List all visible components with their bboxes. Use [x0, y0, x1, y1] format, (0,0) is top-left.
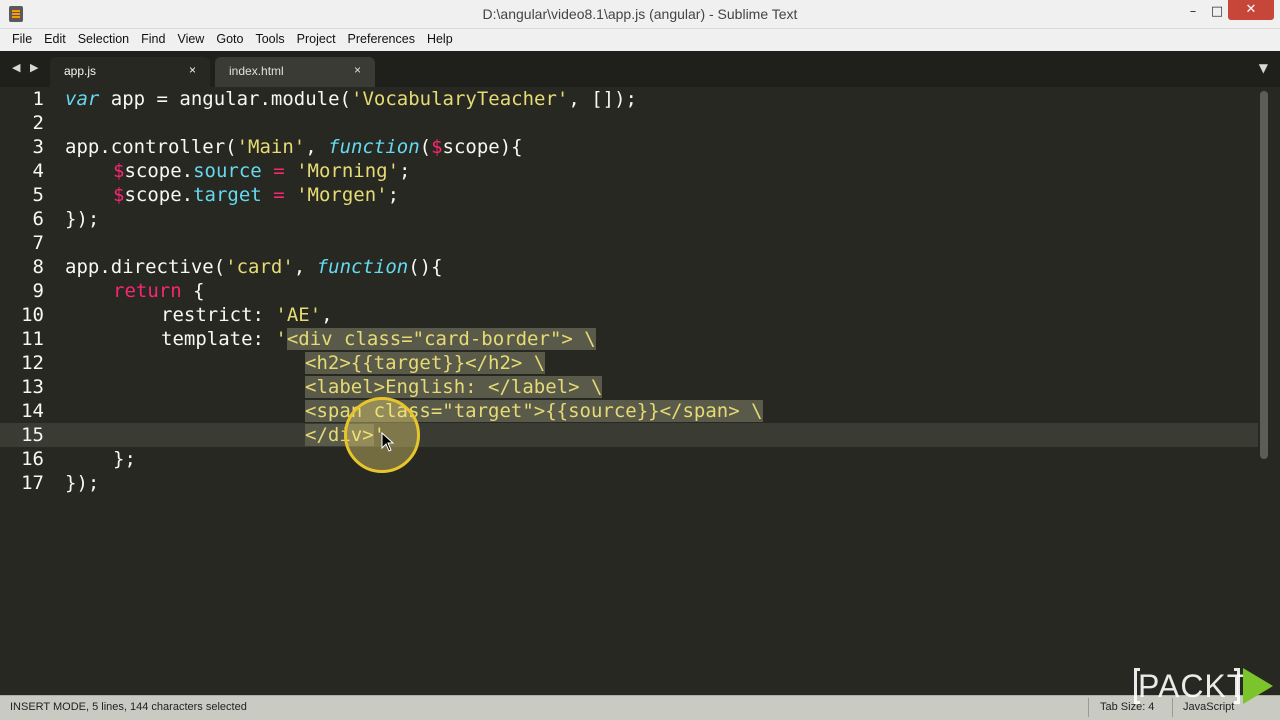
- menu-bar: File Edit Selection Find View Goto Tools…: [0, 29, 1280, 51]
- close-window-button[interactable]: ✕: [1228, 0, 1274, 20]
- line-number: 16: [21, 448, 44, 470]
- code-line-17: });: [65, 472, 100, 494]
- packt-logo-text: PACKT: [1138, 668, 1248, 704]
- menu-selection[interactable]: Selection: [72, 29, 135, 49]
- tab-nav-right-icon[interactable]: ▶: [30, 61, 38, 74]
- tab-label: index.html: [229, 64, 284, 78]
- code-line-3: app.controller('Main', function($scope){: [65, 136, 523, 158]
- menu-goto[interactable]: Goto: [210, 29, 249, 49]
- status-divider: [1088, 698, 1089, 717]
- line-number: 5: [32, 184, 44, 206]
- line-number: 1: [32, 88, 44, 110]
- line-number: 11: [21, 328, 44, 350]
- tab-index-html[interactable]: index.html ×: [215, 57, 375, 87]
- menu-project[interactable]: Project: [291, 29, 342, 49]
- line-number: 8: [32, 256, 44, 278]
- line-number: 4: [32, 160, 44, 182]
- code-line-6: });: [65, 208, 100, 230]
- code-line-16: };: [113, 448, 136, 470]
- line-number: 6: [32, 208, 44, 230]
- status-message: INSERT MODE, 5 lines, 144 characters sel…: [10, 701, 247, 713]
- line-number: 9: [32, 280, 44, 302]
- menu-find[interactable]: Find: [135, 29, 171, 49]
- selected-text: <label>English: </label> \: [305, 376, 603, 398]
- vertical-scrollbar[interactable]: [1258, 87, 1270, 695]
- code-line-11: template: '<div class="card-border"> \: [161, 328, 596, 350]
- menu-file[interactable]: File: [6, 29, 38, 49]
- line-number: 10: [21, 304, 44, 326]
- code-line-8: app.directive('card', function(){: [65, 256, 443, 278]
- code-line-5: $scope.target = 'Morgen';: [113, 184, 400, 206]
- code-line-4: $scope.source = 'Morning';: [113, 160, 411, 182]
- tab-bar: ◀ ▶ app.js × index.html × ▼: [0, 51, 1280, 87]
- line-number: 14: [21, 400, 44, 422]
- code-line-13: <label>English: </label> \: [65, 375, 603, 399]
- title-bar: D:\angular\video8.1\app.js (angular) - S…: [0, 0, 1280, 29]
- menu-preferences[interactable]: Preferences: [342, 29, 421, 49]
- code-line-12: <h2>{{target}}</h2> \: [65, 351, 546, 375]
- code-line-9: return {: [113, 280, 205, 302]
- line-number: 12: [21, 352, 44, 374]
- scrollbar-thumb[interactable]: [1260, 91, 1268, 459]
- tab-label: app.js: [64, 64, 97, 78]
- code-line-15: </div>': [305, 424, 386, 446]
- line-number: 7: [32, 232, 44, 254]
- line-number: 3: [32, 136, 44, 158]
- packt-bracket-right: [1234, 668, 1240, 704]
- tab-close-icon[interactable]: ×: [354, 63, 361, 77]
- code-line-1: var app = angular.module('VocabularyTeac…: [65, 88, 637, 110]
- window-title: D:\angular\video8.1\app.js (angular) - S…: [482, 6, 798, 22]
- selected-text: <div class="card-border"> \: [286, 328, 596, 350]
- line-number: 17: [21, 472, 44, 494]
- line-number-gutter: 1 2 3 4 5 6 7 8 9 10 11 12 13 14 15 16 1…: [0, 87, 50, 695]
- tab-dropdown-icon[interactable]: ▼: [1259, 61, 1268, 75]
- line-number: 13: [21, 376, 44, 398]
- menu-help[interactable]: Help: [421, 29, 459, 49]
- tab-close-icon[interactable]: ×: [189, 63, 196, 77]
- line-number: 2: [32, 112, 44, 134]
- tab-nav-left-icon[interactable]: ◀: [12, 61, 20, 74]
- tab-app-js[interactable]: app.js ×: [50, 57, 210, 87]
- status-bar: INSERT MODE, 5 lines, 144 characters sel…: [0, 695, 1280, 720]
- selected-text: <h2>{{target}}</h2> \: [305, 352, 546, 374]
- line-number: 15: [21, 424, 44, 446]
- code-line-10: restrict: 'AE',: [161, 304, 333, 326]
- play-icon: [1243, 668, 1273, 704]
- mouse-pointer-icon: [381, 432, 395, 452]
- menu-edit[interactable]: Edit: [38, 29, 72, 49]
- menu-tools[interactable]: Tools: [249, 29, 290, 49]
- code-editor[interactable]: 1 2 3 4 5 6 7 8 9 10 11 12 13 14 15 16 1…: [0, 87, 1280, 695]
- menu-view[interactable]: View: [171, 29, 210, 49]
